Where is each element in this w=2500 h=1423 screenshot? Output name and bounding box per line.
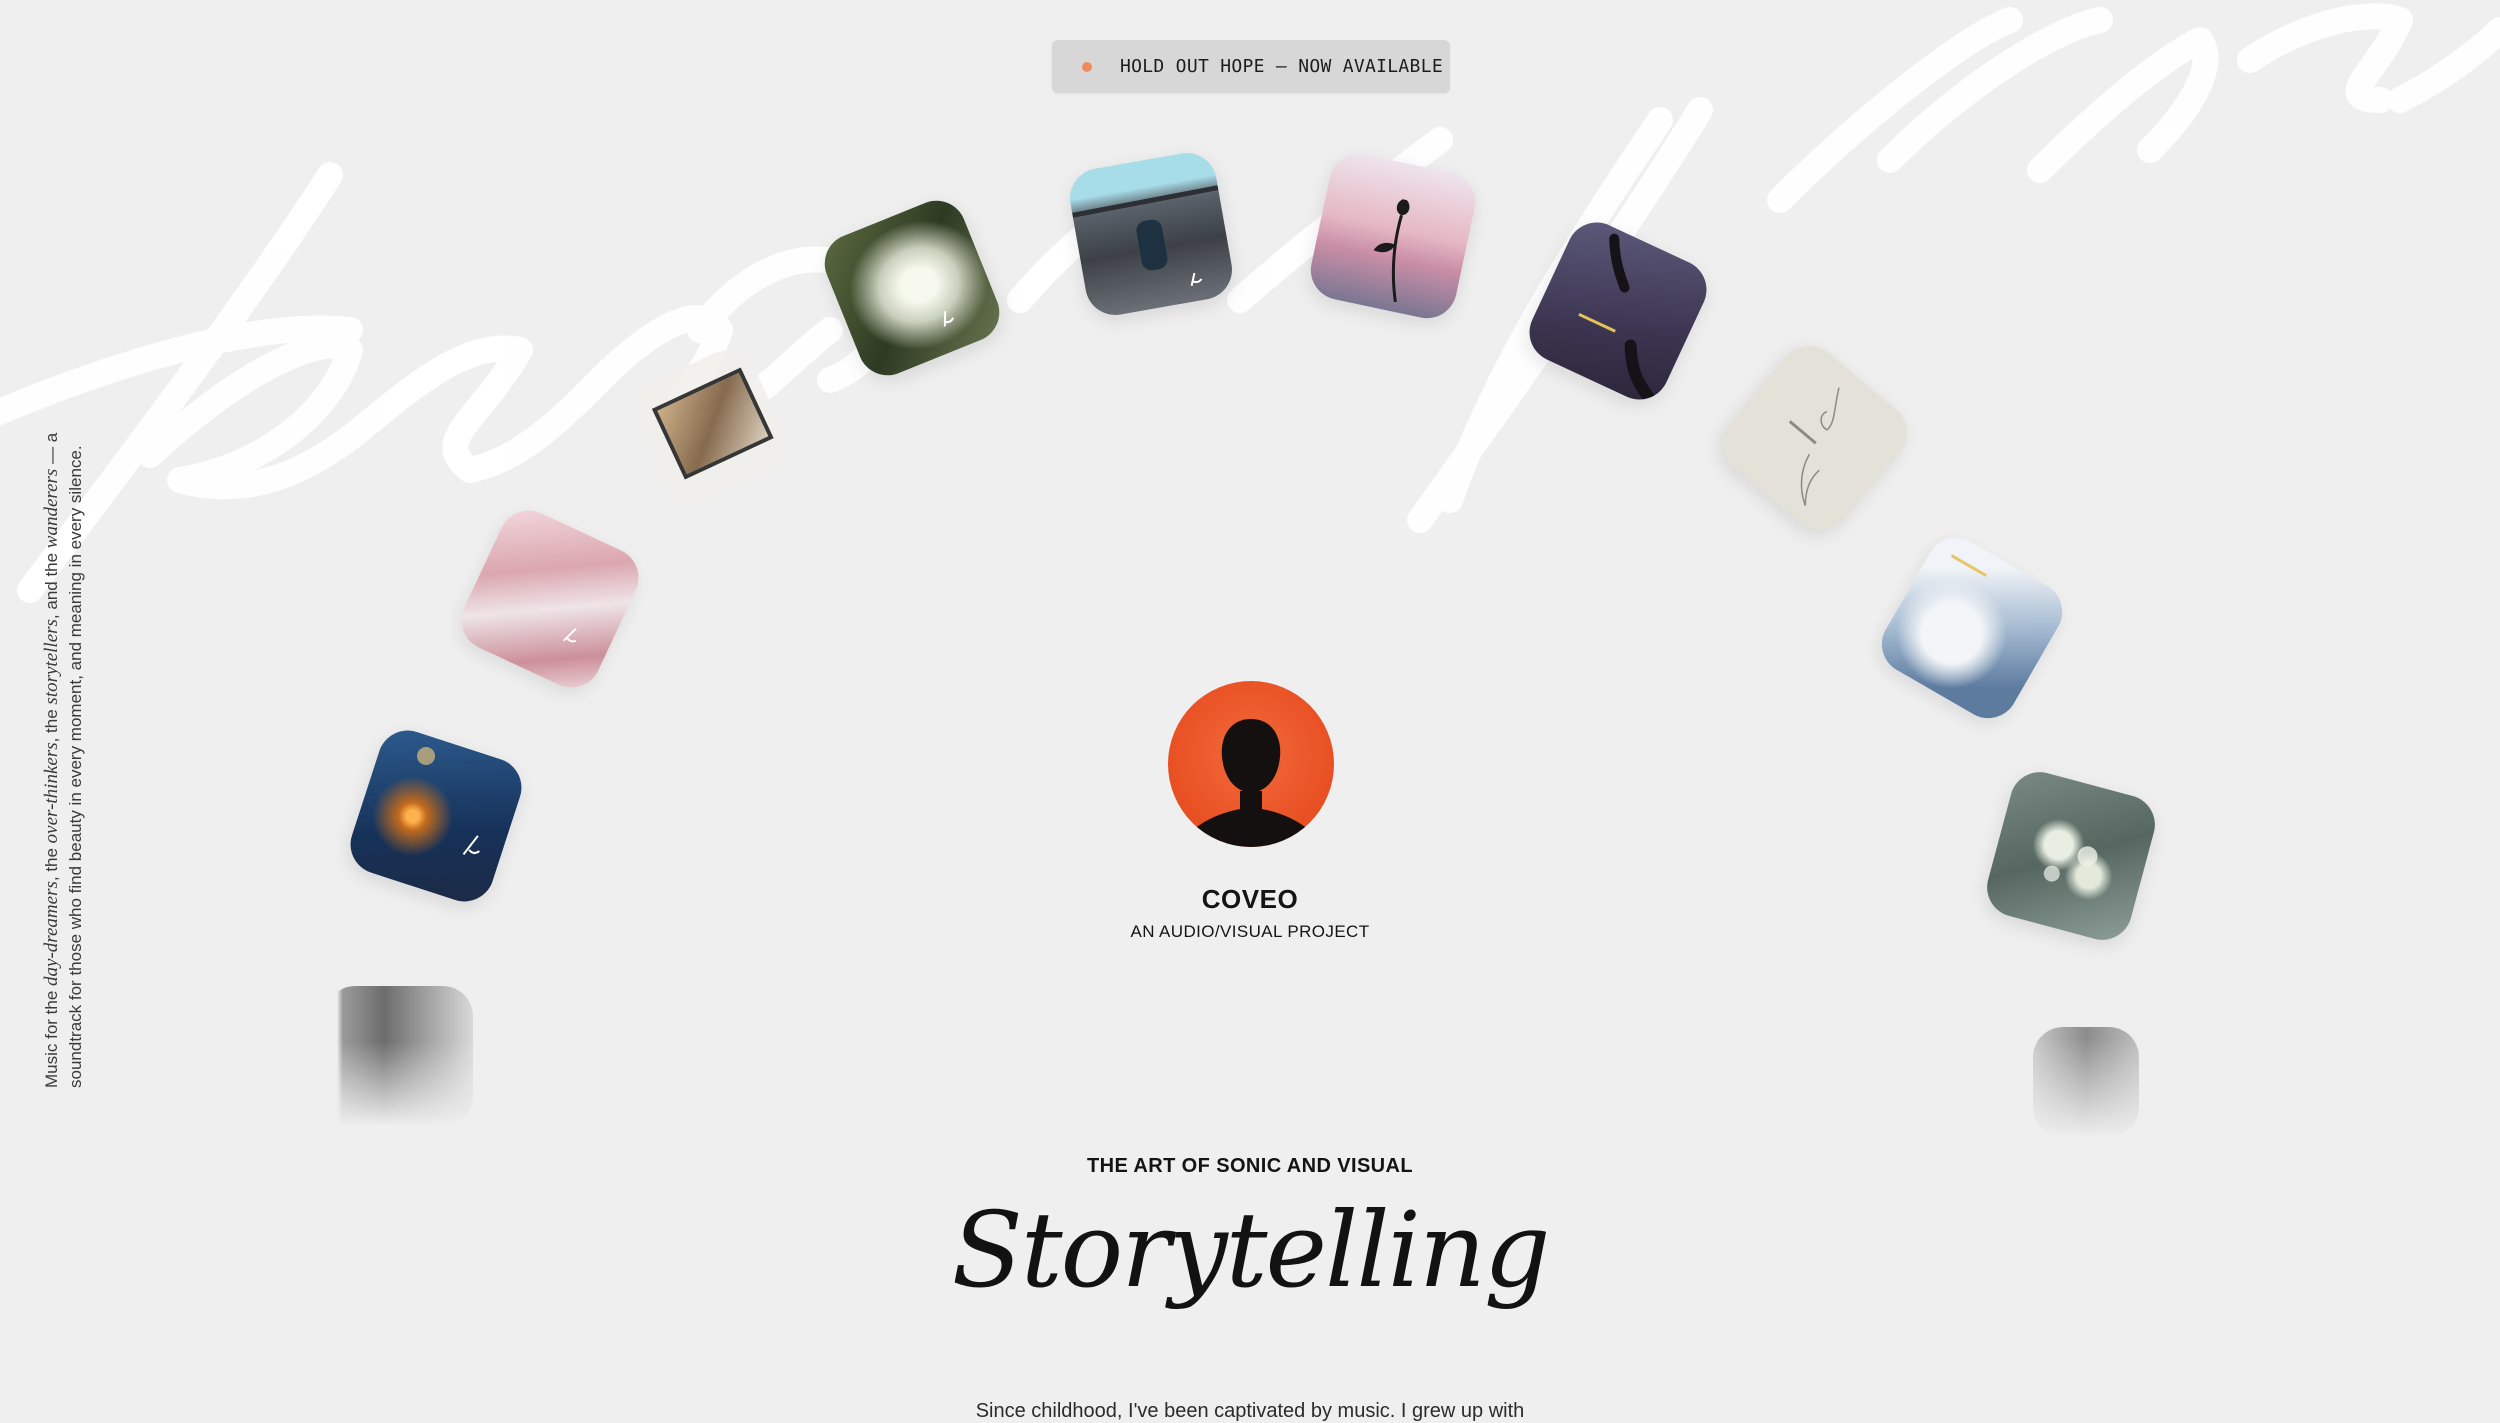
album-cover-white-flowers[interactable] — [1980, 765, 2162, 947]
hero-title: Storytelling — [951, 1189, 1551, 1311]
album-cover-bridge-walker[interactable] — [1065, 148, 1237, 320]
album-cover-pink-blur[interactable] — [451, 500, 649, 698]
artist-avatar — [1168, 681, 1334, 847]
artist-tagline: AN AUDIO/VISUAL PROJECT — [1130, 922, 1370, 941]
album-cover-streetlight[interactable] — [342, 722, 530, 910]
intro-paragraph: Since childhood, I've been captivated by… — [975, 1400, 1525, 1422]
album-cover-hands[interactable] — [1519, 212, 1717, 410]
album-cover-clouds[interactable] — [1870, 526, 2074, 730]
album-cover-forest-canopy[interactable] — [815, 191, 1009, 385]
announcement-banner[interactable]: HOLD OUT HOPE — NOW AVAILABLE — [1052, 40, 1450, 93]
status-dot — [1082, 61, 1092, 72]
side-tagline: Music for the day-dreamers, the over-thi… — [41, 432, 85, 1088]
album-cover-grayscale-left[interactable] — [325, 986, 473, 1126]
album-cover-framed-photo[interactable] — [623, 340, 797, 514]
album-cover-rose[interactable] — [1305, 148, 1481, 324]
artist-name: COVEO — [1201, 884, 1299, 914]
album-cover-grayscale-right[interactable] — [2033, 1027, 2139, 1137]
announcement-label: HOLD OUT HOPE — NOW AVAILABLE — [1120, 56, 1443, 77]
album-cover-sketch-hands[interactable] — [1710, 333, 1920, 543]
section-eyebrow: THE ART OF SONIC AND VISUAL — [1087, 1155, 1413, 1177]
